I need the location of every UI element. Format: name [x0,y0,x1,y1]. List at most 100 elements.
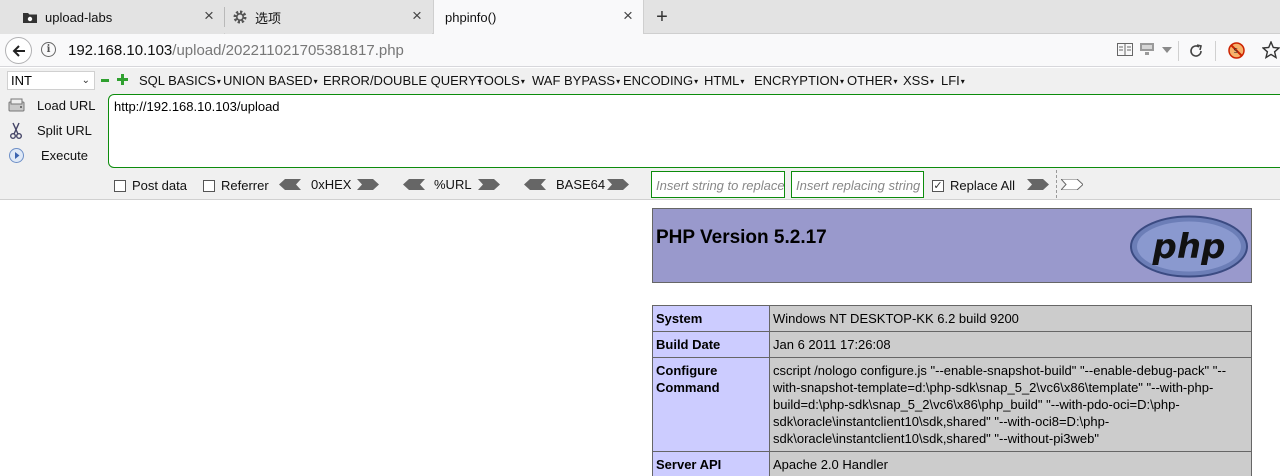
site-info-icon[interactable]: i [41,42,56,57]
reader-view-icon[interactable] [1117,43,1133,56]
tab-upload-labs[interactable]: upload-labs × [0,0,224,34]
menu-encoding[interactable]: ENCODING▾ [623,73,698,88]
svg-text:php: php [1152,227,1226,267]
gear-icon [232,9,248,25]
replace-arrow-icon[interactable] [1027,179,1049,190]
row-value: Windows NT DESKTOP-KK 6.2 build 9200 [769,305,1252,332]
row-key: Server API [652,451,770,476]
play-icon [9,147,24,163]
menu-label: LFI [941,73,960,88]
row-value: Jan 6 2011 17:26:08 [769,331,1252,358]
checkbox-checked[interactable]: ✓ [932,179,944,192]
tab-title: upload-labs [45,9,113,25]
hex-encode-arrow-icon[interactable] [357,179,379,190]
menu-label: ERROR/DOUBLE QUERY [323,73,477,88]
chevron-down-icon: ⌄ [81,75,90,86]
url-path: /upload/202211021705381817.php [172,42,404,59]
load-url-button[interactable]: Load URL [8,95,96,115]
back-button[interactable] [5,37,32,64]
base64-label: BASE64 [556,177,606,192]
menu-label: SQL BASICS [139,73,216,88]
replace-string-input[interactable]: Insert string to replace [651,171,785,198]
row-key: System [652,305,770,332]
execute-button[interactable]: Execute [8,145,88,165]
menu-waf-bypass[interactable]: WAF BYPASS▾ [532,73,620,88]
url-decode-arrow-icon[interactable] [403,179,425,190]
menu-tools[interactable]: TOOLS▾ [476,73,525,88]
url-bar[interactable]: 192.168.10.103/upload/202211021705381817… [68,42,404,59]
row-key-text: Configure Command [656,363,720,395]
url-host: 192.168.10.103 [68,42,173,59]
load-url-label: Load URL [37,97,96,113]
close-tab-icon[interactable]: × [410,7,424,24]
network-icon[interactable] [1139,42,1155,56]
referrer-label: Referrer [221,178,269,193]
menu-label: ENCRYPTION [754,73,839,88]
reload-icon[interactable] [1188,43,1204,59]
phpinfo-header: PHP Version 5.2.17 php [652,208,1252,283]
menu-other[interactable]: OTHER▾ [847,73,898,88]
menu-label: UNION BASED [223,73,313,88]
chevron-down-icon[interactable] [1162,47,1172,53]
scissors-icon [10,122,22,139]
php-logo-icon: php [1130,215,1248,278]
menu-label: OTHER [847,73,893,88]
url-label: %URL [434,177,472,192]
table-row: System Windows NT DESKTOP-KK 6.2 build 9… [652,305,1252,332]
back-arrow-icon [12,44,25,57]
folder-game-icon [22,9,38,25]
replace-all-arrow-icon[interactable] [1061,179,1083,190]
select-value: INT [11,73,32,88]
close-tab-icon[interactable]: × [202,7,216,24]
row-key: Configure Command [652,357,770,452]
divider [1056,170,1057,198]
post-data-label: Post data [132,178,187,193]
php-version-title: PHP Version 5.2.17 [656,227,827,248]
load-url-icon [8,98,25,111]
menu-encryption[interactable]: ENCRYPTION▾ [754,73,844,88]
checkbox-box[interactable] [114,179,126,192]
menu-label: XSS [903,73,930,88]
base64-decode-arrow-icon[interactable] [524,179,546,190]
svg-text:S: S [1234,47,1239,55]
phpinfo-table: System Windows NT DESKTOP-KK 6.2 build 9… [652,305,1252,476]
tab-phpinfo[interactable]: phpinfo() × [433,0,644,34]
new-tab-button[interactable]: + [652,6,672,28]
post-data-checkbox[interactable]: Post data [114,178,187,193]
menu-sql-basics[interactable]: SQL BASICS▾ [139,73,221,88]
noscript-icon[interactable]: S [1228,42,1245,59]
plus-icon[interactable] [117,74,128,85]
row-key: Build Date [652,331,770,358]
table-row: Build Date Jan 6 2011 17:26:08 [652,331,1252,358]
split-url-label: Split URL [37,122,92,138]
hex-decode-arrow-icon[interactable] [279,179,301,190]
split-url-button[interactable]: Split URL [8,120,92,140]
minus-icon[interactable] [101,79,109,82]
hackbar-panel: INT ⌄ SQL BASICS▾ UNION BASED▾ ERROR/DOUB… [0,68,1280,200]
close-tab-icon[interactable]: × [621,7,635,24]
menu-html[interactable]: HTML▾ [704,73,744,88]
menu-xss[interactable]: XSS▾ [903,73,934,88]
menu-label: HTML [704,73,740,88]
referrer-checkbox[interactable]: Referrer [203,178,269,193]
checkbox-box[interactable] [203,179,215,192]
base64-encode-arrow-icon[interactable] [607,179,629,190]
menu-error-double-query[interactable]: ERROR/DOUBLE QUERY▾ [323,73,482,88]
url-encode-arrow-icon[interactable] [478,179,500,190]
bookmark-star-icon[interactable] [1262,41,1280,59]
url-textarea[interactable]: http://192.168.10.103/upload [108,94,1280,168]
injection-type-select[interactable]: INT ⌄ [7,71,95,90]
table-row: Server API Apache 2.0 Handler [652,451,1252,476]
replacing-string-input[interactable]: Insert replacing string [791,171,924,198]
replace-all-checkbox[interactable]: ✓ Replace All [932,178,1015,193]
table-row: Configure Command cscript /nologo config… [652,357,1252,452]
menu-union-based[interactable]: UNION BASED▾ [223,73,318,88]
tab-options[interactable]: 选项 × [225,0,432,34]
replace-all-label: Replace All [950,178,1016,193]
menu-lfi[interactable]: LFI▾ [941,73,965,88]
tab-strip: upload-labs × 选项 × phpinfo() × + [0,0,1280,34]
tab-title: 选项 [255,10,282,26]
menu-label: TOOLS [476,73,520,88]
row-value: Apache 2.0 Handler [769,451,1252,476]
row-value: cscript /nologo configure.js "--enable-s… [769,357,1252,452]
